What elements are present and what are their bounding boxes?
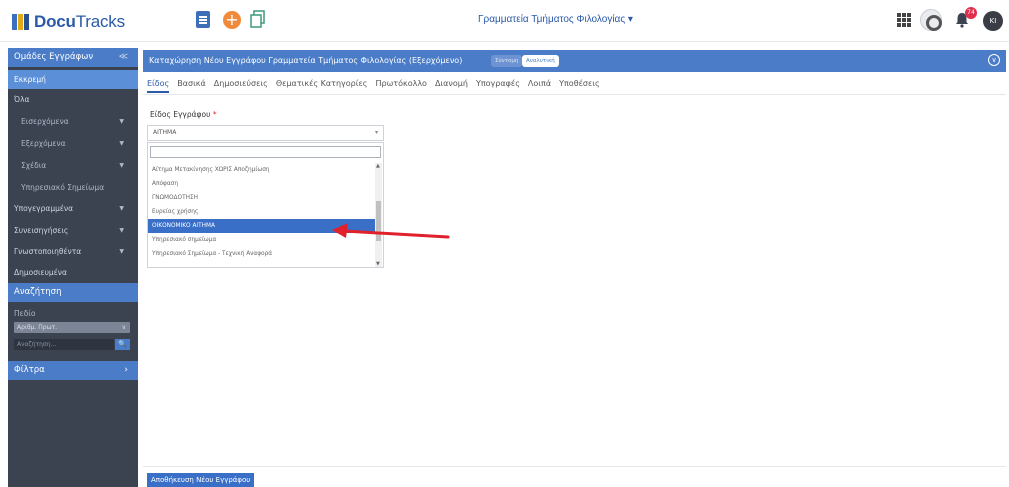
scroll-up-icon[interactable]: ▲ bbox=[376, 163, 380, 169]
dropdown-option[interactable]: Υπηρεσιακό Σημείωμα - Τεχνική Αναφορά bbox=[148, 247, 376, 261]
sidebar-item-co-proposals[interactable]: Συνεισηγήσεις ▼ bbox=[8, 221, 138, 240]
sidebar-item-drafts[interactable]: Σχέδια ▼ bbox=[8, 156, 138, 175]
search-field-select[interactable]: Αριθμ. Πρωτ. ∨ bbox=[14, 322, 130, 333]
collapse-sidebar-icon[interactable]: ≪ bbox=[119, 48, 128, 67]
tab-basic[interactable]: Βασικά bbox=[177, 79, 206, 93]
caret-down-icon: ▾ bbox=[374, 129, 378, 136]
dropdown-option[interactable]: ΓΝΩΜΟΔΟΤΗΣΗ bbox=[148, 191, 376, 205]
detailed-view-toggle[interactable]: Αναλυτική bbox=[522, 55, 559, 67]
doc-type-select[interactable]: ΑΙΤΗΜΑ ▾ bbox=[147, 125, 384, 141]
sidebar: Ομάδες Εγγράφων ≪ Εκκρεμή Όλα Εισερχόμεν… bbox=[8, 48, 138, 487]
content-header: Καταχώρηση Νέου Εγγράφου Γραμματεία Τμήμ… bbox=[143, 50, 1006, 72]
sidebar-item-incoming[interactable]: Εισερχόμενα ▼ bbox=[8, 112, 138, 131]
dropdown-scrollbar[interactable]: ▲ ▼ bbox=[375, 163, 382, 267]
top-bar: DocuTracks + Γραμματεία Τμήματος Φιλολογ… bbox=[0, 0, 1009, 42]
user-avatar[interactable]: KI bbox=[983, 11, 1003, 31]
doc-type-dropdown: Αίτημα Μετακίνησης ΧΩΡΙΣ Αποζημίωση Απόφ… bbox=[147, 142, 384, 268]
docutracks-logo[interactable]: DocuTracks bbox=[12, 12, 125, 32]
settings-gear-icon[interactable] bbox=[920, 9, 942, 31]
sidebar-item-notified[interactable]: Γνωστοποιηθέντα ▼ bbox=[8, 242, 138, 261]
tab-other[interactable]: Λοιπά bbox=[528, 79, 551, 93]
caret-down-icon: ▼ bbox=[119, 140, 124, 147]
page-title: Καταχώρηση Νέου Εγγράφου Γραμματεία Τμήμ… bbox=[149, 56, 463, 65]
red-arrow-icon bbox=[332, 223, 450, 239]
organization-selector[interactable]: Γραμματεία Τμήματος Φιλολογίας ▾ bbox=[478, 14, 633, 25]
dropdown-option[interactable]: Ευρείας χρήσης bbox=[148, 205, 376, 219]
copy-documents-icon[interactable] bbox=[250, 10, 266, 28]
dropdown-search-input[interactable] bbox=[150, 146, 381, 158]
sidebar-item-service-memo[interactable]: Υπηρεσιακό Σημείωμα bbox=[8, 178, 138, 197]
dropdown-option[interactable]: Απόφαση bbox=[148, 177, 376, 191]
sidebar-filters[interactable]: Φίλτρα › bbox=[8, 361, 138, 380]
caret-down-icon: ▼ bbox=[119, 162, 124, 169]
tab-cases[interactable]: Υποθέσεις bbox=[559, 79, 600, 93]
doc-type-label: Είδος Εγγράφου * bbox=[150, 110, 217, 119]
tab-signatures[interactable]: Υπογραφές bbox=[476, 79, 520, 93]
sidebar-item-outgoing[interactable]: Εξερχόμενα ▼ bbox=[8, 134, 138, 153]
notification-badge: 74 bbox=[965, 7, 977, 19]
caret-down-icon: ▼ bbox=[119, 205, 124, 212]
sidebar-item-published[interactable]: Δημοσιευμένα bbox=[8, 263, 138, 282]
simple-view-toggle[interactable]: Σύντομη bbox=[491, 55, 523, 67]
caret-down-icon: ▼ bbox=[119, 248, 124, 255]
sidebar-item-signed[interactable]: Υπογεγραμμένα ▼ bbox=[8, 199, 138, 218]
logo-icon bbox=[12, 14, 32, 30]
apps-grid-icon[interactable] bbox=[897, 13, 911, 27]
tab-publications[interactable]: Δημοσιεύσεις bbox=[214, 79, 268, 93]
sidebar-field-label: Πεδίο bbox=[14, 309, 36, 318]
logo-text: DocuTracks bbox=[34, 12, 125, 31]
save-new-document-button[interactable]: Αποθήκευση Νέου Εγγράφου bbox=[147, 473, 255, 487]
search-input[interactable]: Αναζήτηση... bbox=[14, 339, 114, 350]
tab-protocol[interactable]: Πρωτόκολλο bbox=[375, 79, 426, 93]
dropdown-option[interactable]: Αίτημα Μετακίνησης ΧΩΡΙΣ Αποζημίωση bbox=[148, 163, 376, 177]
sidebar-groups-header: Ομάδες Εγγράφων ≪ bbox=[8, 48, 138, 67]
tab-type[interactable]: Είδος bbox=[147, 79, 170, 93]
sidebar-item-all[interactable]: Όλα bbox=[8, 90, 138, 109]
tab-thematic-categories[interactable]: Θεματικές Κατηγορίες bbox=[276, 79, 368, 93]
chevron-right-icon: › bbox=[124, 365, 128, 375]
new-document-icon[interactable]: + bbox=[223, 11, 241, 29]
search-button[interactable]: 🔍 bbox=[115, 339, 130, 350]
tab-distribution[interactable]: Διανομή bbox=[435, 79, 468, 93]
caret-down-icon: ▼ bbox=[119, 118, 124, 125]
sidebar-item-pending[interactable]: Εκκρεμή bbox=[8, 70, 138, 89]
footer-divider bbox=[143, 466, 1006, 467]
form-tabs: Είδος Βασικά Δημοσιεύσεις Θεματικές Κατη… bbox=[147, 79, 600, 93]
collapse-panel-icon[interactable]: ∨ bbox=[988, 54, 1000, 66]
documents-icon[interactable] bbox=[196, 11, 210, 28]
sidebar-search-header: Αναζήτηση bbox=[8, 283, 138, 302]
chevron-down-icon: ∨ bbox=[121, 324, 126, 331]
tabs-divider bbox=[143, 94, 1006, 95]
scroll-down-icon[interactable]: ▼ bbox=[376, 261, 380, 267]
caret-down-icon: ▼ bbox=[119, 227, 124, 234]
dropdown-options: Αίτημα Μετακίνησης ΧΩΡΙΣ Αποζημίωση Απόφ… bbox=[148, 163, 376, 261]
